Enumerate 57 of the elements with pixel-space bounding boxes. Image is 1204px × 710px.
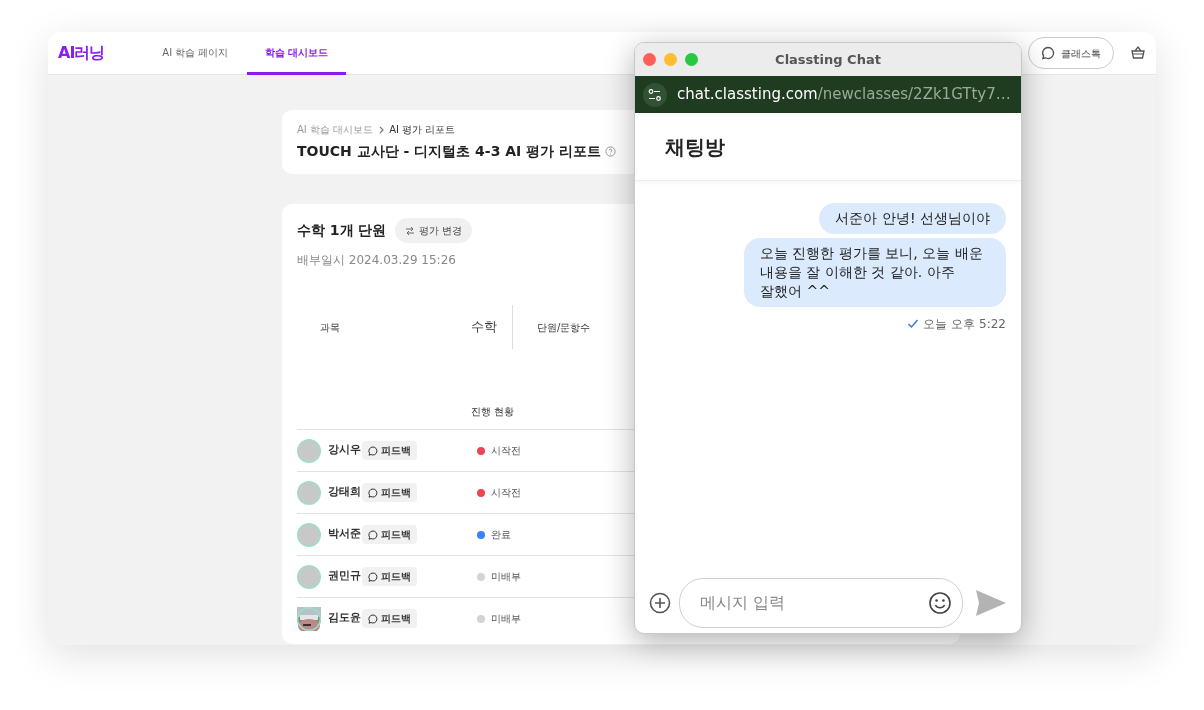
- maximize-button[interactable]: [685, 53, 698, 66]
- message-time: 오늘 오후 5:22: [923, 315, 1006, 333]
- close-button[interactable]: [643, 53, 656, 66]
- feedback-button[interactable]: 피드백: [362, 567, 417, 586]
- message-input[interactable]: 메시지 입력: [698, 590, 928, 616]
- nav-tab[interactable]: 학습 대시보드: [246, 32, 346, 75]
- student-name: 김도윤: [328, 610, 362, 627]
- speech-bubble-icon: [368, 487, 378, 498]
- avatar: [297, 480, 321, 505]
- feedback-button[interactable]: 피드백: [362, 609, 417, 628]
- minimize-button[interactable]: [664, 53, 677, 66]
- info-value: 수학: [471, 318, 497, 337]
- url-path: /newclasses/2Zk1GTty7…: [817, 84, 1011, 106]
- student-name: 강태희: [328, 484, 362, 501]
- avatar: [297, 438, 321, 463]
- column-header: 진행 현황: [471, 405, 516, 419]
- basket-icon[interactable]: [1130, 45, 1146, 61]
- help-icon[interactable]: [605, 146, 617, 157]
- site-settings-icon[interactable]: [643, 82, 667, 107]
- message-bubble: 오늘 진행한 평가를 보니, 오늘 배운 내용을 잘 이해한 것 같아. 아주 잘했어 ^^: [744, 237, 1006, 307]
- student-name: 강시우: [328, 442, 362, 459]
- assessment-title: 수학 1개 단원: [297, 221, 387, 240]
- send-icon[interactable]: [975, 588, 1007, 618]
- status-text: 미배부: [491, 570, 521, 584]
- status-text: 완료: [491, 528, 511, 542]
- info-label: 단원/문항수: [537, 320, 591, 335]
- avatar: [297, 522, 321, 547]
- logo: AI러닝: [58, 42, 105, 64]
- nav-tab[interactable]: AI 학습 페이지: [144, 32, 247, 75]
- speech-bubble-icon: [368, 529, 378, 540]
- info-label: 과목: [320, 320, 341, 335]
- report-title: TOUCH 교사단 - 디지털초 4-3 AI 평가 리포트: [297, 142, 602, 161]
- feedback-button[interactable]: 피드백: [362, 483, 417, 502]
- assigned-date: 배부일시 2024.03.29 15:26: [297, 252, 456, 269]
- change-button[interactable]: 평가 변경: [394, 218, 472, 243]
- url-host: chat.classting.com: [677, 84, 818, 106]
- swap-icon: [404, 225, 415, 236]
- message-field[interactable]: 메시지 입력: [679, 578, 963, 628]
- feedback-button[interactable]: 피드백: [362, 525, 417, 544]
- speech-bubble-icon: [368, 613, 378, 624]
- status-text: 미배부: [491, 612, 521, 626]
- student-name: 권민규: [328, 568, 362, 585]
- add-icon[interactable]: [649, 592, 671, 614]
- message-bubble: 서준아 안녕! 선생님이야: [819, 203, 1006, 234]
- speech-bubble-icon: [368, 445, 378, 456]
- status-text: 시작전: [491, 444, 521, 458]
- chat-room-title: 채팅방: [665, 133, 725, 161]
- avatar: [297, 564, 321, 589]
- window-title: Classting Chat: [775, 50, 881, 69]
- student-name: 박서준: [328, 526, 362, 543]
- speech-bubble-icon: [368, 571, 378, 582]
- chevron-icon: [377, 124, 386, 135]
- feedback-button[interactable]: 피드백: [362, 441, 417, 460]
- status-text: 시작전: [491, 486, 521, 500]
- speech-bubble-icon: [1041, 46, 1055, 60]
- emoji-icon[interactable]: [928, 591, 952, 615]
- chat-button[interactable]: 클래스톡: [1028, 37, 1114, 69]
